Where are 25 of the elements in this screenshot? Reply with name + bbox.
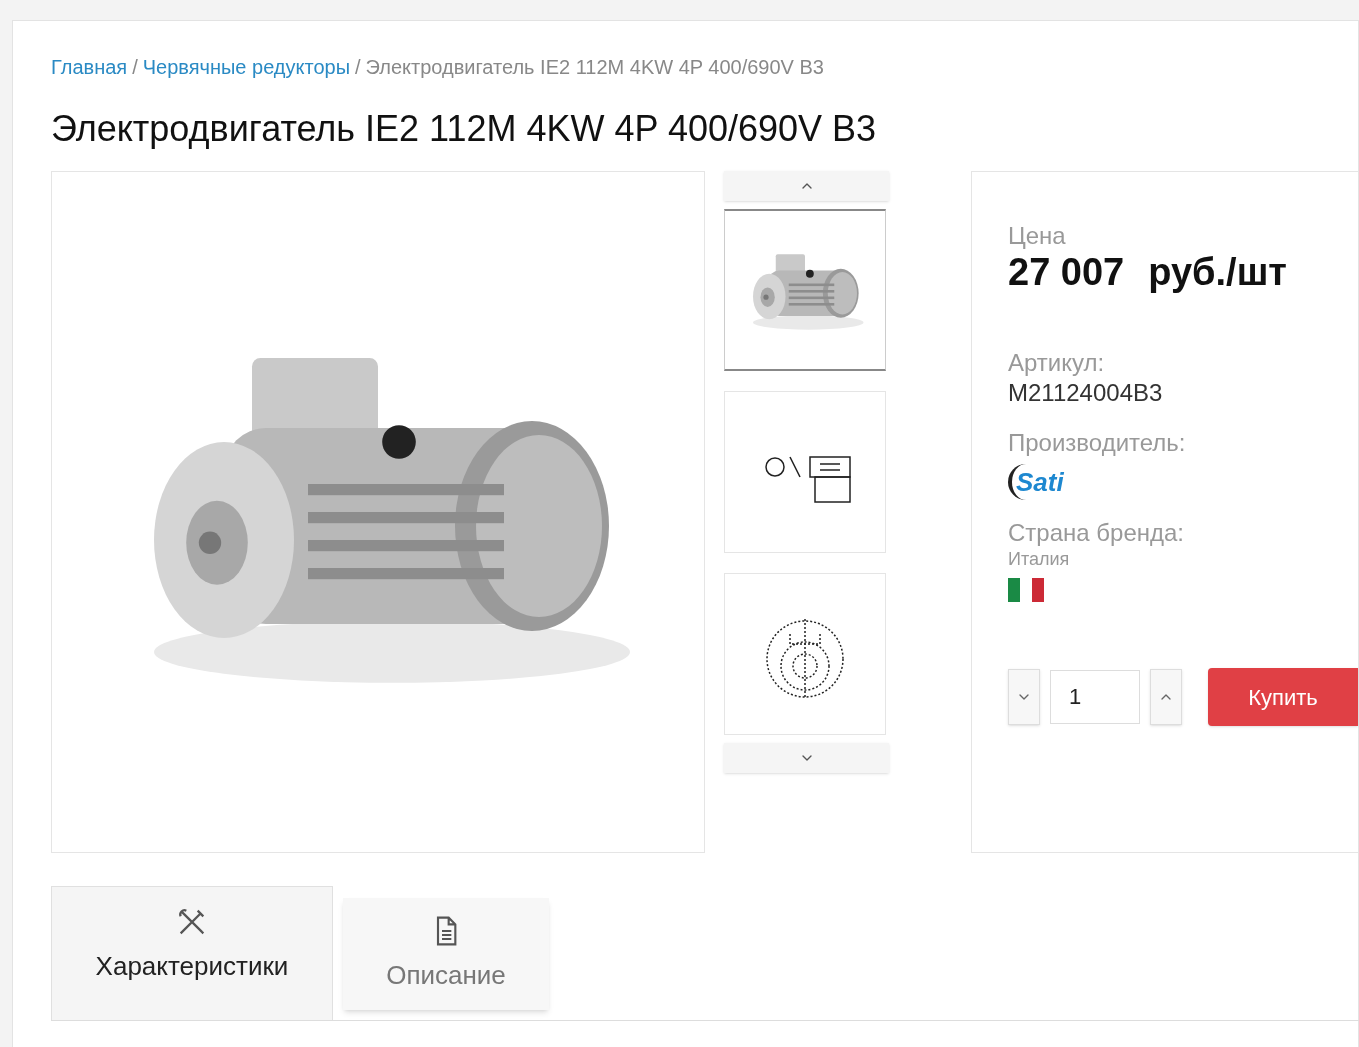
product-title: Электродвигатель IE2 112M 4KW 4P 400/690V B3 [51, 107, 878, 151]
manufacturer-label: Производитель: [1008, 428, 1187, 458]
scroll-up-button[interactable] [724, 171, 889, 201]
brand-logo: Sati [1008, 464, 1064, 500]
quantity-field[interactable]: 1 [1050, 670, 1140, 724]
breadcrumb-link[interactable]: Червячные редукторы [142, 52, 351, 82]
buy-button[interactable]: Купить [1208, 668, 1358, 726]
breadcrumb-current: Электродвигатель IE2 112M 4KW 4P 400/690V B3 [365, 55, 824, 80]
country-value: Италия [1008, 548, 1071, 570]
price-value: 27 007 [1008, 250, 1125, 294]
breadcrumb-separator: / [132, 55, 138, 80]
country-label: Страна бренда: [1008, 518, 1185, 548]
scroll-down-button[interactable] [724, 743, 889, 773]
decrease-button[interactable] [1008, 669, 1040, 725]
increase-button[interactable] [1150, 669, 1182, 725]
breadcrumb-separator: / [355, 55, 361, 80]
sku-value: M21124004B3 [1008, 378, 1164, 408]
thumbnail[interactable] [724, 209, 887, 371]
tab[interactable]: Характеристики [51, 886, 333, 1020]
breadcrumb-link[interactable]: Главная [51, 52, 128, 82]
tab[interactable]: Описание [343, 898, 549, 1010]
italy-flag-icon [1008, 578, 1044, 602]
sku-label: Артикул: [1008, 348, 1106, 378]
price-unit: руб./шт [1148, 250, 1287, 294]
price-label: Цена [1008, 222, 1067, 250]
